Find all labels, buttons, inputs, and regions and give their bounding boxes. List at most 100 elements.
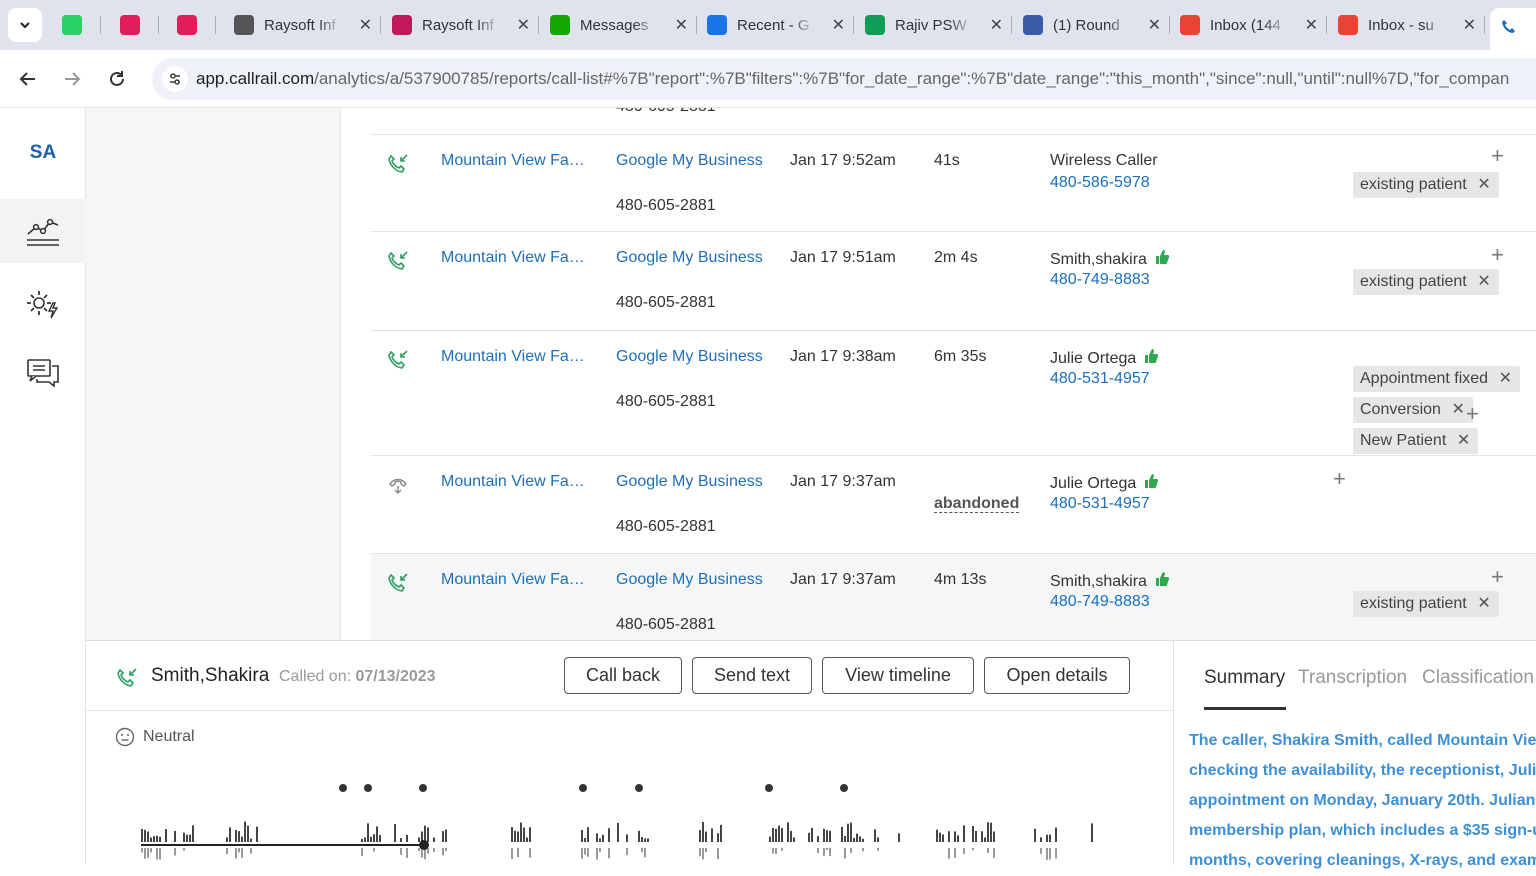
tab-search-button[interactable] [8, 8, 42, 42]
nav-conversations[interactable] [0, 341, 86, 405]
browser-tab[interactable] [167, 8, 216, 42]
browser-tab[interactable]: (1) Round ✕ [1013, 8, 1170, 42]
waveform-bar [433, 848, 435, 852]
chevron-down-icon [20, 22, 30, 29]
browser-tab[interactable]: Raysoft Inf ✕ [382, 8, 539, 42]
tab-classification[interactable]: Classification [1422, 667, 1534, 689]
active-tab[interactable] [1490, 8, 1536, 50]
forward-button[interactable] [57, 64, 87, 94]
tag-chip[interactable]: existing patient ✕ [1353, 269, 1499, 295]
browser-tab[interactable]: Recent - G ✕ [697, 8, 854, 42]
close-tab-icon[interactable]: ✕ [1148, 15, 1161, 35]
remove-tag-icon[interactable]: ✕ [1452, 397, 1465, 423]
close-tab-icon[interactable]: ✕ [1305, 15, 1318, 35]
remove-tag-icon[interactable]: ✕ [1499, 366, 1512, 392]
waveform-bar [427, 827, 429, 842]
table-row[interactable]: Mountain View Fa… Google My Business 480-6… [371, 553, 1536, 640]
caller-phone-link[interactable]: 480-749-8883 [1050, 271, 1150, 289]
browser-tab[interactable]: Inbox - su ✕ [1328, 8, 1485, 42]
table-row[interactable]: Mountain View Fa… Google My Business 480-6… [371, 231, 1536, 330]
send-text-button[interactable]: Send text [692, 657, 812, 694]
tab-summary[interactable]: Summary [1204, 667, 1285, 689]
remove-tag-icon[interactable]: ✕ [1477, 172, 1490, 198]
company-link[interactable]: Mountain View Fa… [441, 348, 585, 366]
close-tab-icon[interactable]: ✕ [990, 15, 1003, 35]
call-back-button[interactable]: Call back [564, 657, 682, 694]
account-initials[interactable]: SA [0, 142, 86, 164]
browser-tab[interactable] [52, 8, 101, 42]
tag-chip[interactable]: New Patient ✕ [1353, 428, 1479, 454]
close-tab-icon[interactable]: ✕ [675, 15, 688, 35]
company-link[interactable]: Mountain View Fa… [441, 571, 585, 589]
company-link[interactable]: Mountain View Fa… [441, 152, 585, 170]
remove-tag-icon[interactable]: ✕ [1477, 269, 1490, 295]
waveform-bar [529, 827, 531, 842]
tab-transcription[interactable]: Transcription [1298, 667, 1407, 689]
browser-tab[interactable]: Inbox (144 ✕ [1170, 8, 1327, 42]
call-duration[interactable]: abandoned [934, 495, 1020, 513]
company-link[interactable]: Mountain View Fa… [441, 473, 585, 491]
add-tag-icon[interactable]: + [1491, 564, 1504, 590]
table-row[interactable]: Mountain View Fa… Google My Business 480-6… [371, 330, 1536, 455]
reload-button[interactable] [102, 64, 132, 94]
close-tab-icon[interactable]: ✕ [359, 15, 372, 35]
gmail-icon [1180, 15, 1200, 35]
waveform-bar [775, 848, 777, 854]
back-button[interactable] [13, 64, 43, 94]
close-tab-icon[interactable]: ✕ [832, 15, 845, 35]
address-bar[interactable]: app.callrail.com/analytics/a/537900785/r… [152, 58, 1536, 100]
open-details-button[interactable]: Open details [984, 657, 1130, 694]
source-link[interactable]: Google My Business [616, 152, 763, 170]
source-link[interactable]: Google My Business [616, 348, 763, 366]
close-tab-icon[interactable]: ✕ [517, 15, 530, 35]
browser-tab[interactable]: Raysoft Inf ✕ [224, 8, 381, 42]
tag-chip[interactable]: Conversion ✕ [1353, 397, 1473, 423]
waveform-bar [847, 823, 849, 842]
table-row[interactable]: Mountain View Fa… Google My Business 480-6… [371, 134, 1536, 231]
nav-analytics[interactable] [0, 199, 86, 263]
waveform-bar [608, 828, 610, 842]
incoming-call-icon [388, 154, 408, 173]
add-tag-icon[interactable]: + [1333, 466, 1346, 492]
caller-phone-link[interactable]: 480-531-4957 [1050, 370, 1150, 388]
waveform-bar [972, 825, 974, 842]
waveform-bar [699, 830, 701, 842]
waveform-bar [644, 838, 646, 842]
browser-tab[interactable]: Messages ✕ [540, 8, 697, 42]
close-tab-icon[interactable]: ✕ [1463, 15, 1476, 35]
caller-phone-link[interactable]: 480-531-4957 [1050, 495, 1150, 513]
remove-tag-icon[interactable]: ✕ [1457, 428, 1470, 454]
waveform-bar [445, 829, 447, 842]
site-info-icon[interactable] [162, 66, 188, 92]
caller-phone-link[interactable]: 480-749-8883 [1050, 593, 1150, 611]
tag-chip[interactable]: existing patient ✕ [1353, 591, 1499, 617]
waveform-bar [445, 848, 447, 852]
tag-chip[interactable]: Appointment fixed ✕ [1353, 366, 1521, 392]
source-link[interactable]: Google My Business [616, 571, 763, 589]
remove-tag-icon[interactable]: ✕ [1477, 591, 1490, 617]
cube-icon [1023, 15, 1043, 35]
caller-name: Smith,shakira [1050, 249, 1169, 269]
waveform-bar [702, 848, 704, 860]
waveform-bar [608, 848, 610, 859]
company-link[interactable]: Mountain View Fa… [441, 249, 585, 267]
call-audio-waveform[interactable] [141, 776, 1141, 866]
waveform-bar [144, 829, 146, 842]
nav-settings-automation[interactable] [0, 272, 86, 336]
browser-tab[interactable] [110, 8, 159, 42]
tag-chip[interactable]: existing patient ✕ [1353, 172, 1499, 198]
thumbs-up-icon [1145, 349, 1159, 363]
waveform-bar [1055, 848, 1057, 859]
caller-phone-link[interactable]: 480-586-5978 [1050, 174, 1150, 192]
source-link[interactable]: Google My Business [616, 249, 763, 267]
abandoned-call-icon [389, 478, 407, 494]
waveform-bar [153, 836, 155, 842]
table-row[interactable]: Mountain View Fa… Google My Business 480-6… [371, 455, 1536, 553]
waveform-bar [793, 837, 795, 842]
browser-tab[interactable]: Rajiv PSW ✕ [855, 8, 1012, 42]
add-tag-icon[interactable]: + [1491, 242, 1504, 268]
source-link[interactable]: Google My Business [616, 473, 763, 491]
view-timeline-button[interactable]: View timeline [822, 657, 974, 694]
add-tag-icon[interactable]: + [1466, 401, 1479, 427]
add-tag-icon[interactable]: + [1491, 143, 1504, 169]
